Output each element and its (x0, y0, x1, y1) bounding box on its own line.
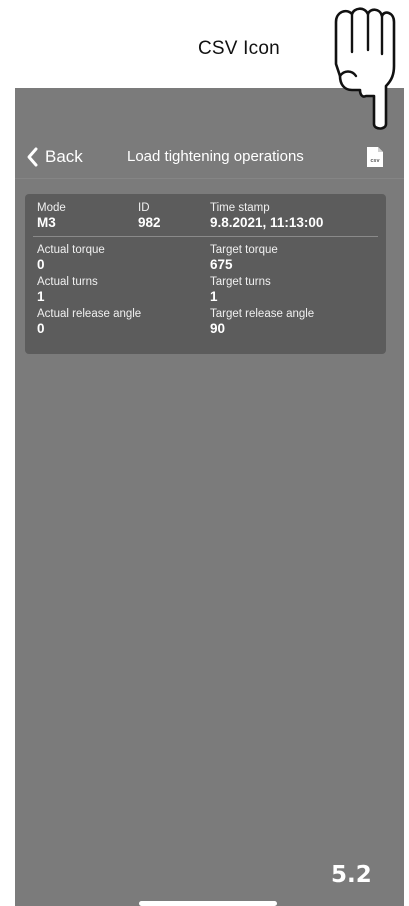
actual-torque-label: Actual torque (37, 244, 105, 256)
back-button[interactable]: Back (25, 146, 83, 168)
target-torque-field: Target torque 675 (210, 244, 278, 272)
target-release-angle-value: 90 (210, 321, 226, 336)
annotation-label: CSV Icon (198, 38, 280, 59)
header-divider (15, 178, 404, 179)
home-indicator[interactable] (139, 901, 277, 906)
actual-turns-field: Actual turns 1 (37, 276, 98, 304)
figure-number: 5.2 (331, 862, 372, 888)
mode-field: Mode M3 (37, 202, 66, 230)
timestamp-value: 9.8.2021, 11:13:00 (210, 215, 324, 230)
target-torque-value: 675 (210, 257, 233, 272)
csv-file-icon[interactable]: csv (366, 146, 384, 168)
chevron-left-icon (27, 147, 38, 167)
mode-value: M3 (37, 215, 56, 230)
target-turns-value: 1 (210, 289, 218, 304)
target-torque-label: Target torque (210, 244, 278, 256)
app-screen: Back Load tightening operations csv Mode… (15, 88, 404, 906)
target-release-angle-label: Target release angle (210, 308, 315, 320)
id-label: ID (138, 202, 150, 214)
target-turns-label: Target turns (210, 276, 271, 288)
page-title: Load tightening operations (127, 148, 304, 165)
actual-turns-label: Actual turns (37, 276, 98, 288)
actual-torque-value: 0 (37, 257, 45, 272)
target-turns-field: Target turns 1 (210, 276, 271, 304)
id-field: ID 982 (138, 202, 161, 230)
navigation-bar: Back Load tightening operations csv (15, 140, 404, 180)
pointing-hand-icon (334, 7, 396, 130)
back-label: Back (45, 147, 83, 166)
actual-release-angle-value: 0 (37, 321, 45, 336)
csv-icon-text: csv (370, 158, 380, 164)
actual-release-angle-field: Actual release angle 0 (37, 308, 141, 336)
id-value: 982 (138, 215, 161, 230)
actual-turns-value: 1 (37, 289, 45, 304)
mode-label: Mode (37, 202, 66, 214)
timestamp-field: Time stamp 9.8.2021, 11:13:00 (210, 202, 323, 230)
actual-torque-field: Actual torque 0 (37, 244, 105, 272)
tightening-record-card[interactable]: Mode M3 ID 982 Time stamp 9.8.2021, 11:1… (25, 194, 386, 354)
target-release-angle-field: Target release angle 90 (210, 308, 314, 336)
actual-release-angle-label: Actual release angle (37, 308, 142, 320)
card-divider (33, 236, 378, 237)
timestamp-label: Time stamp (210, 202, 270, 214)
